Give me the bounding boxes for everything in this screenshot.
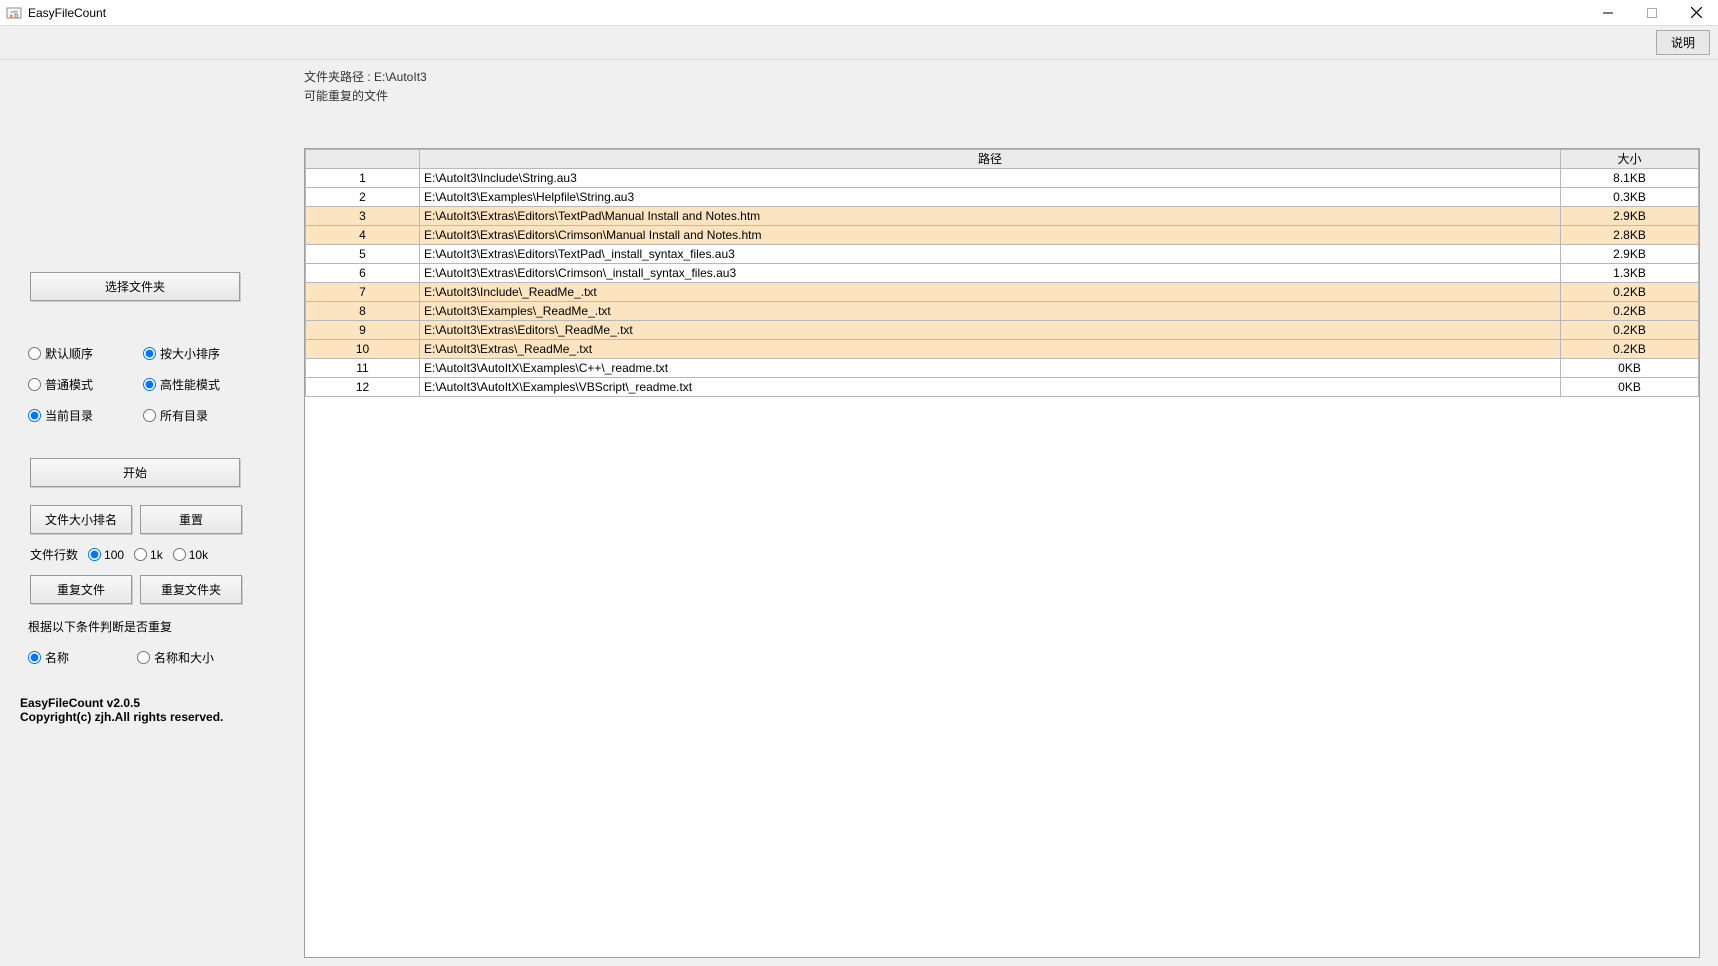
size-rank-button[interactable]: 文件大小排名 — [30, 505, 132, 534]
reset-button[interactable]: 重置 — [140, 505, 242, 534]
toolbar: 说明 — [0, 26, 1718, 60]
cell-size: 0.2KB — [1561, 302, 1699, 321]
cell-index: 8 — [306, 302, 420, 321]
cell-index: 6 — [306, 264, 420, 283]
radio-current-dir[interactable]: 当前目录 — [28, 407, 93, 424]
cell-path: E:\AutoIt3\Include\_ReadMe_.txt — [420, 283, 1561, 302]
folder-path-line: 文件夹路径 : E:\AutoIt3 — [304, 68, 1700, 85]
cell-size: 0.2KB — [1561, 283, 1699, 302]
dup-files-button[interactable]: 重复文件 — [30, 575, 132, 604]
table-row[interactable]: 10E:\AutoIt3\Extras\_ReadMe_.txt0.2KB — [306, 340, 1699, 359]
close-button[interactable] — [1674, 0, 1718, 26]
radio-normal-mode[interactable]: 普通模式 — [28, 376, 93, 393]
select-folder-button[interactable]: 选择文件夹 — [30, 272, 240, 301]
maximize-button[interactable] — [1630, 0, 1674, 26]
radio-all-dir[interactable]: 所有目录 — [143, 407, 208, 424]
radio-rows-100[interactable]: 100 — [88, 548, 124, 562]
cell-size: 1.3KB — [1561, 264, 1699, 283]
col-header-index[interactable] — [306, 150, 420, 169]
col-header-path[interactable]: 路径 — [420, 150, 1561, 169]
cell-index: 3 — [306, 207, 420, 226]
cell-index: 5 — [306, 245, 420, 264]
file-rows-label: 文件行数 — [30, 546, 78, 563]
col-header-size[interactable]: 大小 — [1561, 150, 1699, 169]
table-row[interactable]: 11E:\AutoIt3\AutoItX\Examples\C++\_readm… — [306, 359, 1699, 378]
cell-size: 2.9KB — [1561, 207, 1699, 226]
cell-path: E:\AutoIt3\Extras\Editors\Crimson\Manual… — [420, 226, 1561, 245]
cell-path: E:\AutoIt3\AutoItX\Examples\C++\_readme.… — [420, 359, 1561, 378]
sidebar: 选择文件夹 默认顺序 按大小排序 普通模式 高性能模式 — [0, 60, 304, 966]
cell-index: 7 — [306, 283, 420, 302]
duplicate-line: 可能重复的文件 — [304, 87, 1700, 104]
cell-size: 0KB — [1561, 378, 1699, 397]
copyright-text: Copyright(c) zjh.All rights reserved. — [20, 710, 284, 724]
table-row[interactable]: 12E:\AutoIt3\AutoItX\Examples\VBScript\_… — [306, 378, 1699, 397]
cell-index: 1 — [306, 169, 420, 188]
cell-index: 2 — [306, 188, 420, 207]
cell-size: 0.2KB — [1561, 321, 1699, 340]
condition-label: 根据以下条件判断是否重复 — [28, 618, 284, 635]
cell-index: 12 — [306, 378, 420, 397]
cell-path: E:\AutoIt3\Extras\_ReadMe_.txt — [420, 340, 1561, 359]
cell-size: 2.9KB — [1561, 245, 1699, 264]
cell-size: 2.8KB — [1561, 226, 1699, 245]
cell-index: 9 — [306, 321, 420, 340]
file-table-container[interactable]: 路径 大小 1E:\AutoIt3\Include\String.au38.1K… — [304, 148, 1700, 958]
radio-rows-10k[interactable]: 10k — [173, 548, 208, 562]
table-row[interactable]: 7E:\AutoIt3\Include\_ReadMe_.txt0.2KB — [306, 283, 1699, 302]
cell-size: 0KB — [1561, 359, 1699, 378]
cell-path: E:\AutoIt3\AutoItX\Examples\VBScript\_re… — [420, 378, 1561, 397]
table-row[interactable]: 6E:\AutoIt3\Extras\Editors\Crimson\_inst… — [306, 264, 1699, 283]
app-icon — [6, 5, 22, 21]
main-panel: 文件夹路径 : E:\AutoIt3 可能重复的文件 路径 大小 1E:\Aut… — [304, 60, 1718, 966]
cell-index: 10 — [306, 340, 420, 359]
radio-default-order[interactable]: 默认顺序 — [28, 345, 93, 362]
cell-path: E:\AutoIt3\Include\String.au3 — [420, 169, 1561, 188]
radio-name-only[interactable]: 名称 — [28, 649, 69, 666]
title-bar: EasyFileCount — [0, 0, 1718, 26]
table-row[interactable]: 9E:\AutoIt3\Extras\Editors\_ReadMe_.txt0… — [306, 321, 1699, 340]
version-text: EasyFileCount v2.0.5 — [20, 696, 284, 710]
table-row[interactable]: 2E:\AutoIt3\Examples\Helpfile\String.au3… — [306, 188, 1699, 207]
dup-folders-button[interactable]: 重复文件夹 — [140, 575, 242, 604]
table-row[interactable]: 4E:\AutoIt3\Extras\Editors\Crimson\Manua… — [306, 226, 1699, 245]
window-title: EasyFileCount — [28, 6, 106, 20]
radio-perf-mode[interactable]: 高性能模式 — [143, 376, 220, 393]
cell-path: E:\AutoIt3\Examples\_ReadMe_.txt — [420, 302, 1561, 321]
cell-size: 0.2KB — [1561, 340, 1699, 359]
cell-size: 0.3KB — [1561, 188, 1699, 207]
cell-index: 11 — [306, 359, 420, 378]
radio-size-order[interactable]: 按大小排序 — [143, 345, 220, 362]
minimize-button[interactable] — [1586, 0, 1630, 26]
start-button[interactable]: 开始 — [30, 458, 240, 487]
cell-path: E:\AutoIt3\Examples\Helpfile\String.au3 — [420, 188, 1561, 207]
file-table: 路径 大小 1E:\AutoIt3\Include\String.au38.1K… — [305, 149, 1699, 397]
cell-path: E:\AutoIt3\Extras\Editors\_ReadMe_.txt — [420, 321, 1561, 340]
cell-path: E:\AutoIt3\Extras\Editors\TextPad\Manual… — [420, 207, 1561, 226]
table-row[interactable]: 1E:\AutoIt3\Include\String.au38.1KB — [306, 169, 1699, 188]
radio-name-size[interactable]: 名称和大小 — [137, 649, 214, 666]
help-button[interactable]: 说明 — [1656, 30, 1710, 55]
cell-path: E:\AutoIt3\Extras\Editors\TextPad\_insta… — [420, 245, 1561, 264]
cell-size: 8.1KB — [1561, 169, 1699, 188]
cell-index: 4 — [306, 226, 420, 245]
cell-path: E:\AutoIt3\Extras\Editors\Crimson\_insta… — [420, 264, 1561, 283]
table-row[interactable]: 5E:\AutoIt3\Extras\Editors\TextPad\_inst… — [306, 245, 1699, 264]
table-row[interactable]: 8E:\AutoIt3\Examples\_ReadMe_.txt0.2KB — [306, 302, 1699, 321]
table-row[interactable]: 3E:\AutoIt3\Extras\Editors\TextPad\Manua… — [306, 207, 1699, 226]
radio-rows-1k[interactable]: 1k — [134, 548, 163, 562]
